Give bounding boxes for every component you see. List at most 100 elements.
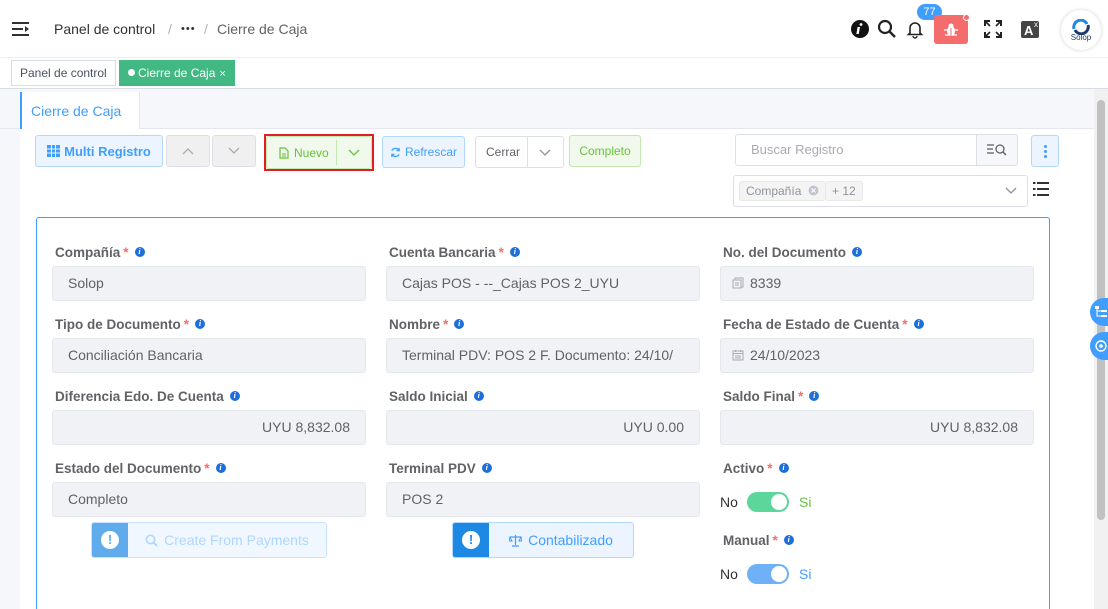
alert-icon: ! xyxy=(453,523,489,557)
info-icon: i xyxy=(454,319,465,329)
tree-list-icon xyxy=(1095,306,1107,317)
copy-document-icon xyxy=(732,277,744,289)
highlight-frame xyxy=(264,134,374,171)
search-button[interactable] xyxy=(976,134,1018,166)
previous-record-button[interactable] xyxy=(166,135,210,167)
breadcrumb-separator: / xyxy=(204,21,208,37)
nombre-label: Nombre * i xyxy=(389,317,465,332)
filter-more-chip[interactable]: + 12 xyxy=(825,181,863,201)
close-circle-icon[interactable] xyxy=(808,185,819,196)
close-icon[interactable]: × xyxy=(219,68,225,80)
tipo-documento-field[interactable]: Conciliación Bancaria xyxy=(52,338,366,373)
info-icon: i xyxy=(134,247,145,257)
completo-button[interactable]: Completo xyxy=(569,135,641,167)
info-icon: i xyxy=(809,391,820,401)
diferencia-label: Diferencia Edo. De Cuenta i xyxy=(55,389,240,404)
activo-label: Activo * i xyxy=(723,461,789,476)
no-documento-value: 8339 xyxy=(750,275,782,291)
tag-panel-control[interactable]: Panel de control xyxy=(11,60,116,86)
info-icon: i xyxy=(783,535,794,545)
multi-registro-button[interactable]: Multi Registro xyxy=(35,135,163,167)
cerrar-dropdown-toggle[interactable] xyxy=(530,143,560,163)
top-navbar: Panel de control / ••• / Cierre de Caja … xyxy=(0,0,1108,58)
terminal-pdv-field[interactable]: POS 2 xyxy=(386,482,700,517)
no-documento-field[interactable]: 8339 xyxy=(720,266,1034,301)
refrescar-button[interactable]: Refrescar xyxy=(382,136,465,168)
balance-scale-icon xyxy=(509,534,523,547)
filter-chip-label: Compañía xyxy=(746,184,802,198)
language-size-icon[interactable]: Ax xyxy=(1020,18,1042,40)
create-from-payments-button[interactable]: ! Create From Payments xyxy=(91,522,327,558)
compania-label: Compañía * i xyxy=(55,245,145,260)
search-icon[interactable] xyxy=(876,18,898,40)
tab-strip xyxy=(0,89,1094,129)
diferencia-field[interactable]: UYU 8,832.08 xyxy=(52,410,366,445)
chevron-down-icon xyxy=(228,147,240,154)
info-icon: i xyxy=(852,247,863,257)
tag-label: Cierre de Caja xyxy=(138,66,216,80)
list-columns-icon[interactable] xyxy=(1033,181,1049,197)
info-icon: i xyxy=(778,463,789,473)
saldo-inicial-field[interactable]: UYU 0.00 xyxy=(386,410,700,445)
target-icon xyxy=(1095,340,1107,352)
info-icon: i xyxy=(195,319,206,329)
filter-chip-compania[interactable]: Compañía xyxy=(739,181,826,201)
bell-icon[interactable] xyxy=(904,18,926,40)
cuenta-bancaria-label: Cuenta Bancaria * i xyxy=(389,245,520,260)
breadcrumb-panel-control[interactable]: Panel de control xyxy=(54,21,155,37)
svg-text:A: A xyxy=(1024,23,1034,38)
avatar[interactable]: Solop xyxy=(1061,10,1101,50)
bug-alert-dot xyxy=(963,14,970,21)
saldo-final-label: Saldo Final * i xyxy=(723,389,820,404)
create-from-payments-label: Create From Payments xyxy=(164,532,309,548)
switch-knob xyxy=(771,566,787,582)
tag-cierre-caja[interactable]: Cierre de Caja × xyxy=(119,60,235,86)
multi-registro-label: Multi Registro xyxy=(64,143,151,159)
refrescar-label: Refrescar xyxy=(404,145,457,159)
cerrar-label: Cerrar xyxy=(486,145,521,159)
info-icon: i xyxy=(509,247,520,257)
manual-label: Manual * i xyxy=(723,533,794,548)
bug-icon xyxy=(944,23,958,36)
more-options-button[interactable] xyxy=(1031,135,1059,167)
next-record-button[interactable] xyxy=(212,135,256,167)
info-icon: i xyxy=(215,463,226,473)
saldo-final-field[interactable]: UYU 8,832.08 xyxy=(720,410,1034,445)
tab-cierre-caja[interactable]: Cierre de Caja xyxy=(20,92,140,130)
activo-on-label: Si xyxy=(799,494,812,510)
breadcrumb-ellipsis[interactable]: ••• xyxy=(181,23,196,35)
terminal-pdv-label: Terminal PDV i xyxy=(389,461,492,476)
manual-switch[interactable] xyxy=(747,564,789,584)
info-icon: i xyxy=(913,319,924,329)
calendar-icon xyxy=(732,350,744,361)
fecha-estado-field[interactable]: 24/10/2023 xyxy=(720,338,1034,373)
chevron-down-icon[interactable] xyxy=(1005,187,1017,195)
manual-on-label: Si xyxy=(799,566,812,582)
hamburger-menu-icon[interactable] xyxy=(12,21,30,37)
activo-switch[interactable] xyxy=(747,492,789,512)
search-icon xyxy=(145,534,158,547)
estado-documento-field[interactable]: Completo xyxy=(52,482,366,517)
fullscreen-icon[interactable] xyxy=(982,18,1004,40)
chevron-up-icon xyxy=(182,148,194,155)
tags-view-bar: Panel de control Cierre de Caja × xyxy=(0,58,1108,89)
activo-off-label: No xyxy=(720,494,738,510)
cerrar-split-divider xyxy=(527,137,528,168)
contabilizado-button[interactable]: ! Contabilizado xyxy=(452,522,634,558)
info-icon[interactable] xyxy=(849,18,871,40)
no-documento-label: No. del Documento i xyxy=(723,245,863,260)
table-icon xyxy=(47,145,61,157)
compania-field[interactable]: Solop xyxy=(52,266,366,301)
alert-icon: ! xyxy=(92,523,128,557)
switch-knob xyxy=(771,494,787,510)
refresh-icon xyxy=(391,147,400,157)
active-dot xyxy=(128,69,135,76)
saldo-inicial-label: Saldo Inicial i xyxy=(389,389,484,404)
info-icon: i xyxy=(473,391,484,401)
estado-documento-label: Estado del Documento * i xyxy=(55,461,226,476)
tipo-documento-label: Tipo de Documento * i xyxy=(55,317,206,332)
cuenta-bancaria-field[interactable]: Cajas POS - --_Cajas POS 2_UYU xyxy=(386,266,700,301)
nombre-field[interactable]: Terminal PDV: POS 2 F. Documento: 24/10/ xyxy=(386,338,700,373)
manual-off-label: No xyxy=(720,566,738,582)
avatar-label: Solop xyxy=(1070,32,1092,42)
